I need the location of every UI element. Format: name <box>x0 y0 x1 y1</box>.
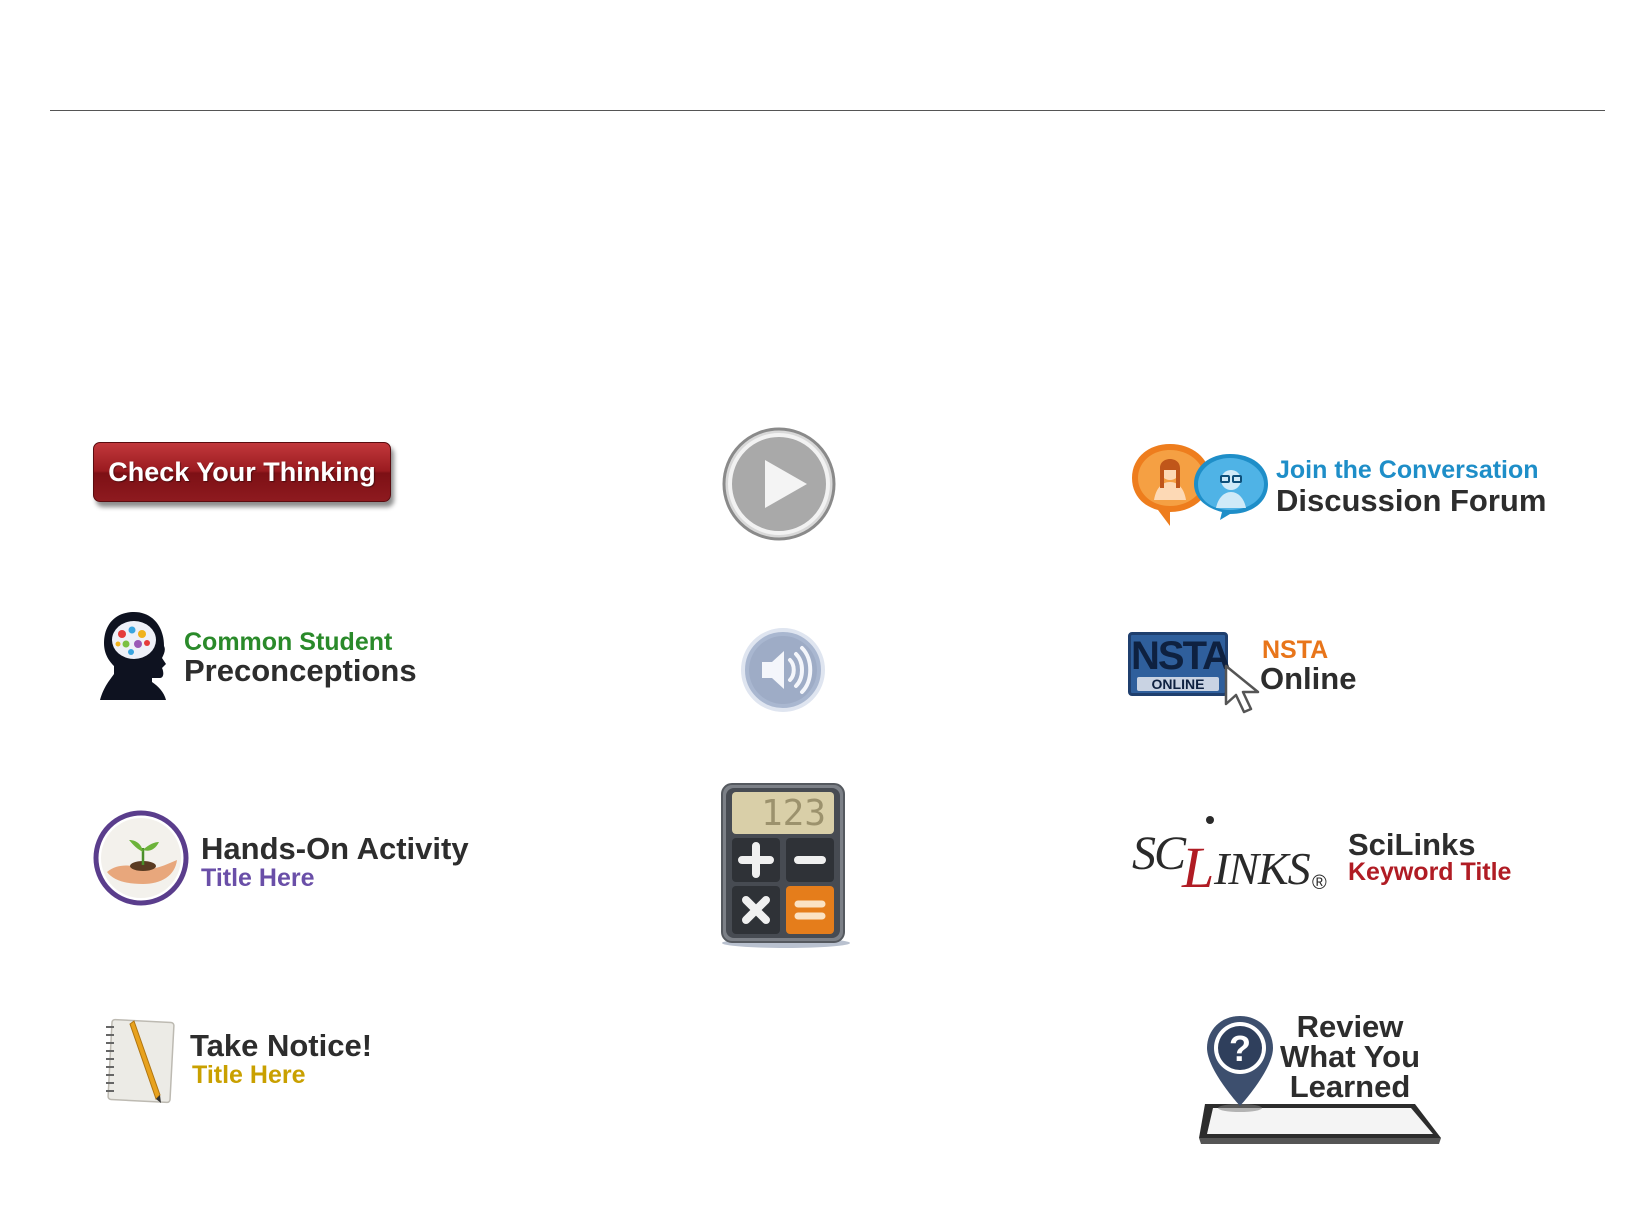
review-line3: Learned <box>1289 1069 1411 1104</box>
play-button[interactable] <box>721 426 837 542</box>
chat-avatars-icon <box>1132 444 1268 526</box>
scilinks-link[interactable]: SC L INKS ® SciLinks Keyword Title <box>1132 812 1572 912</box>
nsta-logo-top: NSTA <box>1131 634 1231 678</box>
discussion-line1: Join the Conversation <box>1276 456 1539 484</box>
calculator-icon: 123 <box>721 783 850 948</box>
take-notice-line2: Title Here <box>192 1061 306 1089</box>
nsta-logo-bottom: ONLINE <box>1137 677 1219 691</box>
head-brain-icon <box>100 612 166 700</box>
audio-button[interactable] <box>740 627 826 713</box>
hands-on-line1: Hands-On Activity <box>201 831 469 866</box>
question-mark: ? <box>1229 1028 1251 1069</box>
calculator-button[interactable]: 123 <box>716 780 856 952</box>
seedling-hand-icon <box>93 810 189 906</box>
discussion-forum-link[interactable]: Join the Conversation Discussion Forum <box>1130 440 1570 530</box>
take-notice-link[interactable]: Take Notice! Title Here <box>102 1015 432 1115</box>
scilinks-logo-sc: SC <box>1132 827 1186 880</box>
scilinks-logo-l: L <box>1182 835 1215 900</box>
nsta-logo: NSTA ONLINE <box>1128 632 1231 696</box>
nsta-online-link[interactable]: NSTA ONLINE NSTA Online <box>1128 628 1448 718</box>
scilinks-logo: SC L INKS ® <box>1132 816 1332 904</box>
scilinks-logo-inks: INKS <box>1214 843 1311 894</box>
scilinks-line1: SciLinks <box>1348 827 1476 862</box>
preconceptions-line2: Preconceptions <box>184 653 417 688</box>
scilinks-logo-dot <box>1206 816 1214 824</box>
review-line1: Review <box>1296 1009 1404 1044</box>
speaker-icon <box>741 628 825 712</box>
question-pin-icon: ? <box>1207 1016 1273 1112</box>
play-icon <box>722 427 836 541</box>
hands-on-activity-link[interactable]: Hands-On Activity Title Here <box>93 810 493 910</box>
review-text: Review What You Learned <box>1275 1009 1425 1104</box>
review-what-you-learned-link[interactable]: ? Review What You Learned <box>1195 1009 1455 1148</box>
calculator-display: 123 <box>761 793 826 834</box>
hands-on-line2: Title Here <box>201 864 315 892</box>
preconceptions-link[interactable]: Common Student Preconceptions <box>100 608 430 704</box>
check-your-thinking-button[interactable]: Check Your Thinking <box>93 442 391 502</box>
discussion-line2: Discussion Forum <box>1276 483 1547 518</box>
header-divider <box>50 110 1605 111</box>
review-line2: What You <box>1279 1039 1421 1074</box>
scilinks-registered-mark: ® <box>1312 872 1327 894</box>
notepad-pencil-icon <box>106 1018 175 1104</box>
take-notice-line1: Take Notice! <box>190 1028 373 1063</box>
scilinks-line2: Keyword Title <box>1348 858 1512 886</box>
nsta-line2: Online <box>1260 661 1357 696</box>
